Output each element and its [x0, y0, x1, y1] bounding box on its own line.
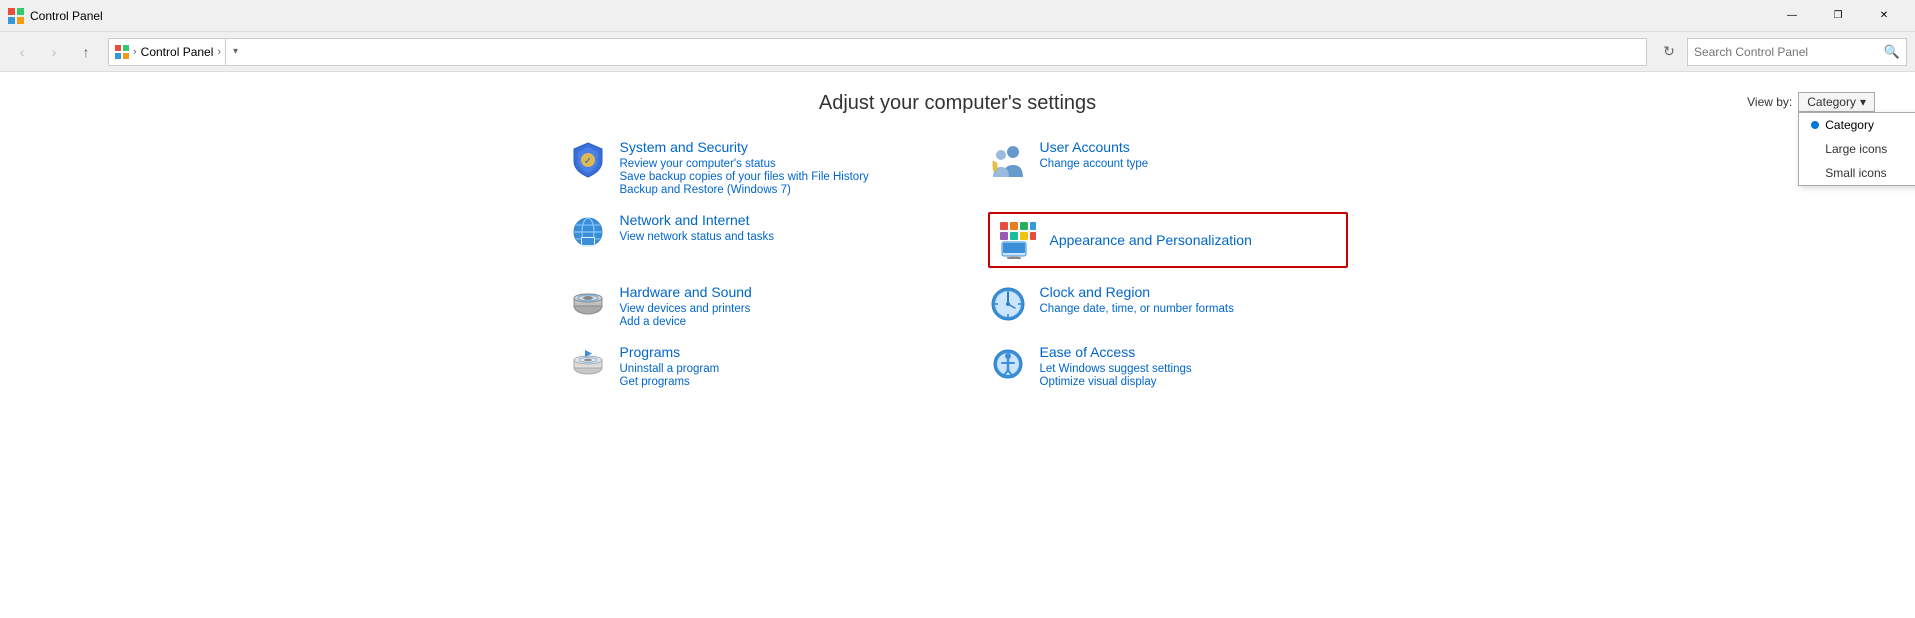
address-dropdown-button[interactable]: ▾ [225, 38, 245, 66]
viewby-dropdown[interactable]: Category ▾ Category Large icons Small ic… [1798, 92, 1875, 112]
category-appearance[interactable]: Appearance and Personalization [988, 212, 1348, 268]
appearance-icon [998, 220, 1038, 260]
ease-links: Let Windows suggest settings Optimize vi… [1040, 363, 1348, 388]
clock-info: Clock and Region Change date, time, or n… [1040, 284, 1348, 315]
page-title: Adjust your computer's settings [40, 92, 1875, 115]
viewby-chevron-icon: ▾ [1860, 95, 1866, 109]
svg-text:✓: ✓ [583, 156, 591, 167]
network-link-1[interactable]: View network status and tasks [620, 231, 928, 243]
window-title: Control Panel [30, 9, 103, 23]
search-input[interactable] [1694, 45, 1880, 59]
clock-links: Change date, time, or number formats [1040, 303, 1348, 315]
ease-info: Ease of Access Let Windows suggest setti… [1040, 344, 1348, 388]
viewby-current: Category [1807, 95, 1856, 109]
viewby-option-category[interactable]: Category [1799, 113, 1915, 137]
ease-link-2[interactable]: Optimize visual display [1040, 376, 1348, 388]
hardware-title[interactable]: Hardware and Sound [620, 284, 928, 300]
system-link-1[interactable]: Review your computer's status [620, 158, 928, 170]
hardware-info: Hardware and Sound View devices and prin… [620, 284, 928, 328]
categories-grid: ✓ System and Security Review your comput… [568, 139, 1348, 388]
clock-icon [988, 284, 1028, 324]
breadcrumb-sep1: › [133, 46, 137, 58]
viewby-option-large-icons[interactable]: Large icons [1799, 137, 1915, 161]
viewby-large-label: Large icons [1825, 142, 1887, 156]
search-icon[interactable]: 🔍 [1884, 44, 1900, 60]
back-button[interactable]: ‹ [8, 38, 36, 66]
refresh-button[interactable]: ↻ [1655, 38, 1683, 66]
user-accounts-info: User Accounts Change account type [1040, 139, 1348, 170]
up-button[interactable]: ↑ [72, 38, 100, 66]
user-link-1[interactable]: Change account type [1040, 158, 1348, 170]
viewby-label: View by: [1747, 95, 1792, 109]
programs-info: Programs Uninstall a program Get program… [620, 344, 928, 388]
category-user-accounts[interactable]: User Accounts Change account type [988, 139, 1348, 196]
programs-link-1[interactable]: Uninstall a program [620, 363, 928, 375]
breadcrumb-controlpanel[interactable]: Control Panel [141, 45, 214, 59]
home-icon [115, 45, 129, 59]
category-clock[interactable]: Clock and Region Change date, time, or n… [988, 284, 1348, 328]
network-links: View network status and tasks [620, 231, 928, 243]
navigation-bar: ‹ › ↑ › Control Panel › ▾ ↻ 🔍 [0, 32, 1915, 72]
network-title[interactable]: Network and Internet [620, 212, 928, 228]
viewby-button[interactable]: Category ▾ [1798, 92, 1875, 112]
hardware-link-1[interactable]: View devices and printers [620, 303, 928, 315]
system-security-info: System and Security Review your computer… [620, 139, 928, 196]
network-icon [568, 212, 608, 252]
category-hardware[interactable]: Hardware and Sound View devices and prin… [568, 284, 928, 328]
radio-selected-icon [1811, 121, 1819, 129]
radio-empty-icon2 [1811, 169, 1819, 177]
clock-link-1[interactable]: Change date, time, or number formats [1040, 303, 1348, 315]
viewby-menu: Category Large icons Small icons [1798, 112, 1915, 186]
breadcrumb-sep2: › [217, 46, 221, 58]
viewby-small-label: Small icons [1825, 166, 1886, 180]
search-bar[interactable]: 🔍 [1687, 38, 1907, 66]
title-bar: Control Panel — ❐ ✕ [0, 0, 1915, 32]
forward-button[interactable]: › [40, 38, 68, 66]
clock-title[interactable]: Clock and Region [1040, 284, 1348, 300]
hardware-link-2[interactable]: Add a device [620, 316, 928, 328]
close-button[interactable]: ✕ [1861, 0, 1907, 32]
control-panel-icon [8, 8, 24, 24]
viewby-option-label: Category [1825, 118, 1874, 132]
ease-title[interactable]: Ease of Access [1040, 344, 1348, 360]
address-bar[interactable]: › Control Panel › ▾ [108, 38, 1647, 66]
radio-empty-icon [1811, 145, 1819, 153]
hardware-icon [568, 284, 608, 324]
category-network[interactable]: Network and Internet View network status… [568, 212, 928, 268]
main-content: Adjust your computer's settings View by:… [0, 72, 1915, 618]
network-info: Network and Internet View network status… [620, 212, 928, 243]
ease-icon [988, 344, 1028, 384]
category-ease[interactable]: Ease of Access Let Windows suggest setti… [988, 344, 1348, 388]
system-link-2[interactable]: Save backup copies of your files with Fi… [620, 171, 928, 183]
user-accounts-title[interactable]: User Accounts [1040, 139, 1348, 155]
programs-links: Uninstall a program Get programs [620, 363, 928, 388]
system-link-3[interactable]: Backup and Restore (Windows 7) [620, 184, 928, 196]
system-security-links: Review your computer's status Save backu… [620, 158, 928, 196]
hardware-links: View devices and printers Add a device [620, 303, 928, 328]
user-accounts-icon [988, 139, 1028, 179]
user-accounts-links: Change account type [1040, 158, 1348, 170]
system-security-icon: ✓ [568, 139, 608, 179]
minimize-button[interactable]: — [1769, 0, 1815, 32]
ease-link-1[interactable]: Let Windows suggest settings [1040, 363, 1348, 375]
viewby-bar: View by: Category ▾ Category Large icons… [1747, 92, 1875, 112]
appearance-title[interactable]: Appearance and Personalization [1050, 232, 1338, 248]
programs-link-2[interactable]: Get programs [620, 376, 928, 388]
viewby-option-small-icons[interactable]: Small icons [1799, 161, 1915, 185]
breadcrumb: › Control Panel › [115, 45, 221, 59]
programs-icon [568, 344, 608, 384]
restore-button[interactable]: ❐ [1815, 0, 1861, 32]
category-system-security[interactable]: ✓ System and Security Review your comput… [568, 139, 928, 196]
appearance-info: Appearance and Personalization [1050, 232, 1338, 248]
window-controls: — ❐ ✕ [1769, 0, 1907, 32]
category-programs[interactable]: Programs Uninstall a program Get program… [568, 344, 928, 388]
system-security-title[interactable]: System and Security [620, 139, 928, 155]
programs-title[interactable]: Programs [620, 344, 928, 360]
